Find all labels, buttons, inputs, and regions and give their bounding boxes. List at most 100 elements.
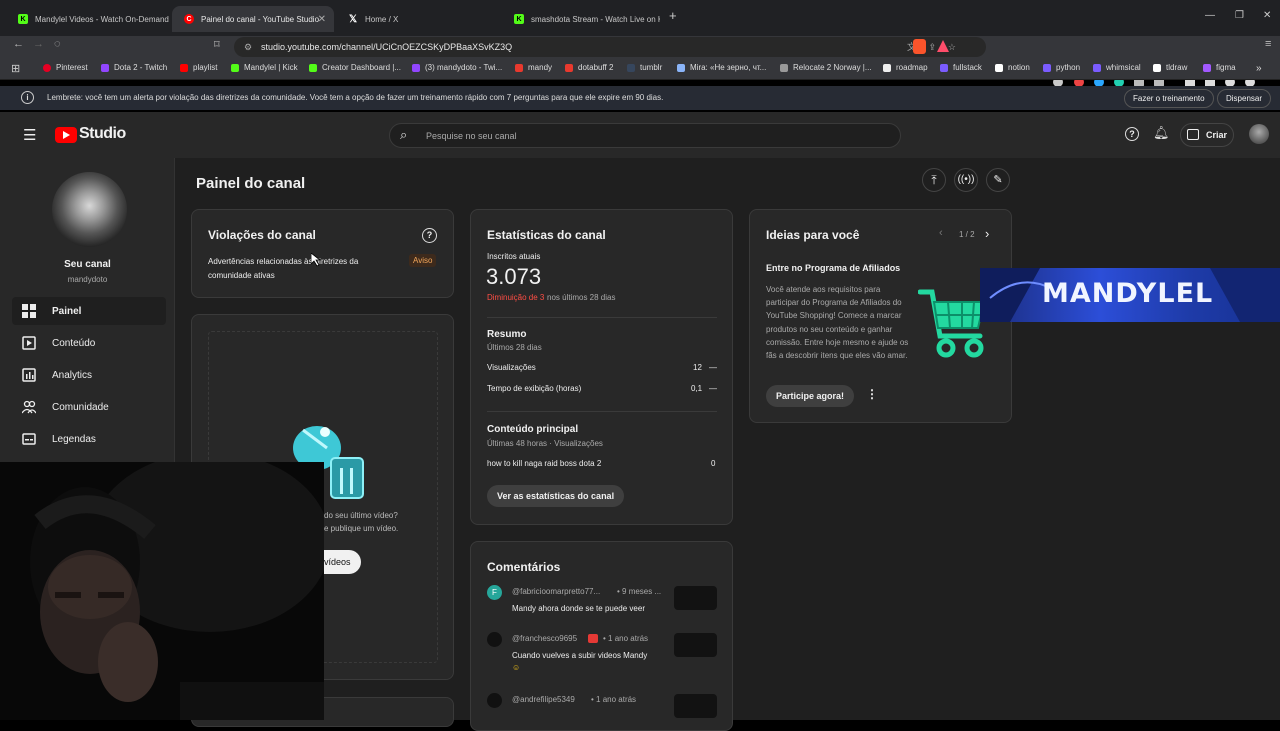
account-avatar[interactable] — [1249, 124, 1269, 144]
browser-tab-bar: K Mandylel Videos - Watch On-Demand C Pa… — [0, 0, 1280, 36]
card-title: Comentários — [487, 560, 561, 574]
notifications-bell-icon[interactable]: 🔔︎ — [1153, 125, 1170, 141]
close-icon[interactable]: ✕ — [318, 14, 326, 25]
kick-icon: K — [18, 14, 28, 24]
bookmark-item[interactable]: Mira: «Не зерно, чт... — [677, 63, 766, 72]
comment-author[interactable]: @franchesco9695 — [512, 634, 577, 643]
bookmark-item[interactable]: notion — [995, 63, 1030, 72]
banner-text: MANDYLEL — [1042, 278, 1214, 309]
video-thumbnail[interactable] — [674, 694, 717, 718]
back-icon[interactable]: ← — [13, 38, 24, 50]
brave-rewards-icon[interactable] — [937, 40, 949, 52]
sidebar-item-legendas[interactable]: Legendas — [12, 425, 166, 453]
bookmark-item[interactable]: tldraw — [1153, 63, 1187, 72]
bookmark-item[interactable]: fullstack — [940, 63, 982, 72]
comment-item[interactable]: @franchesco9695 • 1 ano atrás Cuando vue… — [471, 631, 732, 675]
next-icon[interactable]: › — [985, 226, 989, 241]
kick-icon: K — [514, 14, 524, 24]
fullstack-icon — [940, 63, 948, 72]
bookmark-item[interactable]: Pinterest — [43, 63, 88, 72]
tab-x-home[interactable]: 𝕏 Home / X — [336, 6, 500, 32]
restore-button[interactable]: ❐ — [1235, 10, 1244, 21]
bookmark-label: dotabuff 2 — [578, 63, 614, 72]
dismiss-button[interactable]: Dispensar — [1217, 89, 1272, 108]
bookmark-item[interactable]: Creator Dashboard |... — [309, 63, 401, 72]
tab-kick-videos[interactable]: K Mandylel Videos - Watch On-Demand — [6, 6, 170, 32]
hamburger-menu-icon[interactable]: ☰ — [23, 126, 36, 144]
sidebar-item-comunidade[interactable]: Comunidade — [12, 393, 166, 421]
comment-author[interactable]: @fabricioomarpretto77... — [512, 587, 600, 596]
sidebar-item-conteudo[interactable]: Conteúdo — [12, 329, 166, 357]
comment-item[interactable]: @andrefilipe5349 • 1 ano atrás — [471, 692, 732, 730]
sidebar-item-label: Legendas — [52, 433, 96, 445]
dotabuff-icon — [565, 63, 573, 72]
bookmark-item[interactable]: whimsical — [1093, 63, 1141, 72]
tab-title: Mandylel Videos - Watch On-Demand — [35, 14, 169, 24]
avatar: F — [487, 585, 502, 600]
bookmark-item[interactable]: figma — [1203, 63, 1236, 72]
bookmark-item[interactable]: mandy — [515, 63, 552, 72]
comment-time: • 9 meses ... — [617, 587, 662, 596]
bookmark-item[interactable]: Relocate 2 Norway |... — [780, 63, 872, 72]
bookmark-label: Pinterest — [56, 63, 88, 72]
channel-avatar[interactable] — [52, 172, 127, 247]
previous-icon[interactable]: ‹ — [939, 227, 943, 239]
card-title: Ideias para você — [766, 228, 860, 242]
forward-icon[interactable]: → — [33, 38, 44, 50]
menu-icon[interactable]: ≡ — [1265, 38, 1271, 50]
tab-kick-stream[interactable]: K smashdota Stream - Watch Live on Kick — [502, 6, 660, 32]
more-options-icon[interactable]: ⋮ — [866, 387, 878, 401]
training-button[interactable]: Fazer o treinamento — [1124, 89, 1214, 108]
studio-logo-text[interactable]: Studio — [79, 125, 126, 143]
comment-item[interactable]: F @fabricioomarpretto77... • 9 meses ...… — [471, 584, 732, 628]
bookmark-label: Relocate 2 Norway |... — [793, 63, 872, 72]
join-now-button[interactable]: Participe agora! — [766, 385, 855, 407]
help-icon[interactable]: ? — [422, 228, 437, 243]
bookmark-label: playlist — [193, 63, 218, 72]
tab-title: smashdota Stream - Watch Live on Kick — [531, 14, 660, 24]
bookmark-item[interactable]: tumblr — [627, 63, 662, 72]
twitch-icon — [412, 63, 420, 72]
channel-label[interactable]: Seu canal — [0, 259, 175, 270]
loading-icon[interactable]: ◌ — [54, 38, 61, 50]
bookmark-item[interactable]: roadmap — [883, 63, 928, 72]
view-stats-button[interactable]: Ver as estatísticas do canal — [487, 485, 625, 507]
url-field[interactable]: ⚙ studio.youtube.com/channel/UCiCnOEZCSK… — [234, 37, 986, 57]
video-thumbnail[interactable] — [674, 586, 717, 610]
bookmark-item[interactable]: (3) mandydoto - Twi... — [412, 63, 502, 72]
create-button[interactable]: Criar — [1180, 123, 1234, 147]
video-thumbnail[interactable] — [674, 633, 717, 657]
bookmark-item[interactable]: playlist — [180, 63, 217, 72]
share-icon[interactable]: ⇪ — [928, 37, 936, 57]
create-label: Criar — [1206, 130, 1228, 140]
edit-post-icon[interactable]: ✎ — [986, 168, 1010, 192]
sidebar-item-painel[interactable]: Painel — [12, 297, 166, 325]
bookmark-item[interactable]: dotabuff 2 — [565, 63, 613, 72]
new-tab-button[interactable]: + — [669, 8, 677, 23]
violations-text[interactable]: Advertências relacionadas às diretrizes … — [208, 255, 383, 283]
more-bookmarks-icon[interactable]: » — [1256, 63, 1262, 74]
tab-youtube-studio[interactable]: C Painel do canal - YouTube Studio ✕ — [172, 6, 334, 32]
brave-shield-icon[interactable] — [913, 39, 926, 54]
upload-prompt-line2: e publique um vídeo. — [324, 524, 399, 533]
apps-grid-icon[interactable]: ⊞ — [11, 62, 20, 75]
sidebar-item-analytics[interactable]: Analytics — [12, 361, 166, 389]
minimize-button[interactable]: — — [1205, 10, 1215, 21]
go-live-icon[interactable]: ((•)) — [954, 168, 978, 192]
notion-icon — [995, 63, 1003, 72]
bookmark-item[interactable]: Mandylel | Kick — [231, 63, 298, 72]
bookmark-item[interactable]: Dota 2 - Twitch — [101, 63, 167, 72]
comment-author[interactable]: @andrefilipe5349 — [512, 695, 575, 704]
star-icon[interactable]: ☆ — [948, 37, 956, 57]
site-info-icon[interactable]: ⚙ — [244, 37, 252, 57]
help-icon[interactable]: ? — [1125, 127, 1139, 141]
bookmark-icon[interactable]: ⌑ — [214, 38, 220, 51]
comments-card: Comentários F @fabricioomarpretto77... •… — [470, 541, 733, 731]
whimsical-icon — [1093, 63, 1101, 72]
upload-icon[interactable]: ⤒ — [922, 168, 946, 192]
search-input[interactable]: ⌕ Pesquise no seu canal — [389, 123, 901, 148]
youtube-logo-icon[interactable] — [55, 127, 77, 143]
top-video-title[interactable]: how to kill naga raid boss dota 2 — [487, 459, 601, 468]
window-close-button[interactable]: ✕ — [1263, 10, 1271, 21]
bookmark-item[interactable]: python — [1043, 63, 1080, 72]
